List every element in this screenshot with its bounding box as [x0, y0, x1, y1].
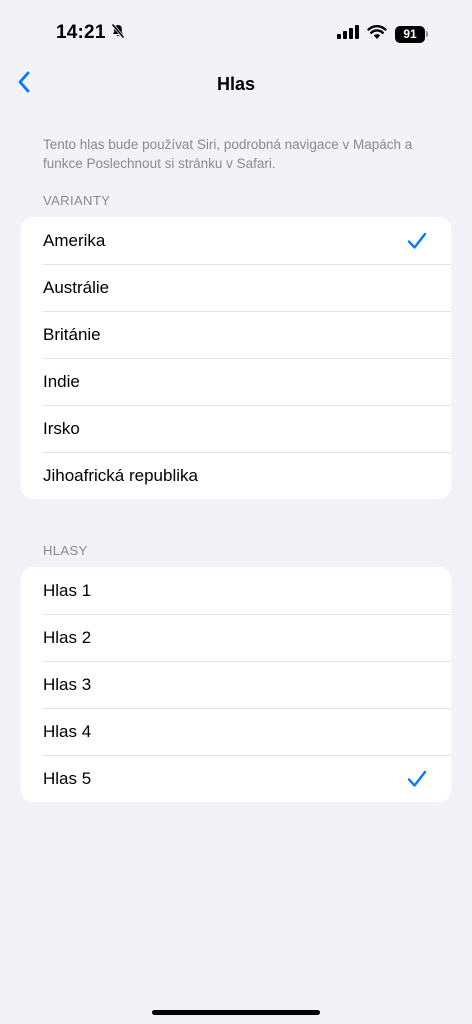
signal-icon	[337, 24, 359, 44]
checkmark-icon	[407, 232, 427, 250]
voices-list: Hlas 1 Hlas 2 Hlas 3 Hlas 4 Hlas 5	[21, 567, 451, 802]
list-item-hlas-5[interactable]: Hlas 5	[21, 755, 451, 802]
status-icons: 91	[337, 24, 428, 44]
list-item-label: Austrálie	[43, 277, 110, 297]
list-item-amerika[interactable]: Amerika	[21, 217, 451, 264]
description-text: Tento hlas bude používat Siri, podrobná …	[43, 137, 413, 171]
list-item-label: Hlas 5	[43, 768, 92, 788]
list-item-australie[interactable]: Austrálie	[21, 264, 451, 311]
checkmark-icon	[407, 770, 427, 788]
list-item-label: Hlas 3	[43, 674, 92, 694]
list-item-label: Hlas 2	[43, 627, 92, 647]
list-item-label: Británie	[43, 324, 101, 344]
list-item-jihoafricka-republika[interactable]: Jihoafrická republika	[21, 452, 451, 499]
list-item-label: Irsko	[43, 418, 80, 438]
status-bar: 14:21 91	[0, 0, 472, 68]
list-item-hlas-2[interactable]: Hlas 2	[21, 614, 451, 661]
bell-slash-icon	[110, 23, 126, 44]
status-time: 14:21	[56, 22, 106, 43]
page-title: Hlas	[216, 74, 256, 94]
list-item-britanie[interactable]: Británie	[21, 311, 451, 358]
battery-icon: 91	[395, 25, 428, 43]
navigation-bar: Hlas	[0, 64, 472, 104]
section-header-voices: HLASY	[43, 543, 88, 558]
list-item-irsko[interactable]: Irsko	[21, 405, 451, 452]
list-item-label: Indie	[43, 371, 80, 391]
variants-list: Amerika Austrálie Británie Indie Irsko J…	[21, 217, 451, 499]
list-item-label: Hlas 1	[43, 580, 92, 600]
battery-tip	[426, 31, 428, 37]
section-header-variants: VARIANTY	[43, 193, 111, 208]
list-item-hlas-1[interactable]: Hlas 1	[21, 567, 451, 614]
list-item-hlas-3[interactable]: Hlas 3	[21, 661, 451, 708]
battery-level: 91	[395, 25, 425, 43]
home-indicator[interactable]	[152, 1010, 320, 1015]
time-group: 14:21	[56, 22, 126, 44]
list-item-hlas-4[interactable]: Hlas 4	[21, 708, 451, 755]
list-item-label: Amerika	[43, 230, 106, 250]
wifi-icon	[367, 24, 387, 44]
list-item-indie[interactable]: Indie	[21, 358, 451, 405]
list-item-label: Jihoafrická republika	[43, 465, 198, 485]
list-item-label: Hlas 4	[43, 721, 92, 741]
